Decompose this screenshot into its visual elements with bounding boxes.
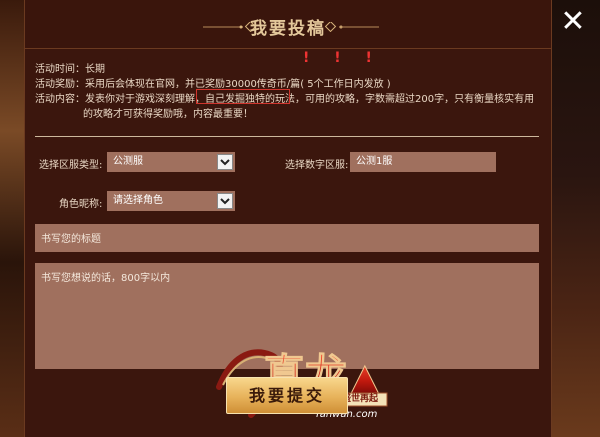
ornament-right-icon — [324, 22, 379, 32]
header-divider — [25, 48, 551, 49]
server-num-value: 公测1服 — [356, 156, 393, 167]
reward-prefix: 采用后会体现在官网，并已 — [85, 79, 205, 90]
dialog-title: 我要投稿 — [250, 19, 326, 39]
body-textarea[interactable]: 书写您想说的话，800字以内 真龙 ▲ 盛世再起 Tanwan.com — [35, 263, 539, 420]
background-art-left — [0, 0, 24, 437]
server-num-label: 选择数字区服: — [285, 160, 349, 171]
title-input[interactable]: 书写您的标题 — [35, 224, 539, 252]
info-content-row: 活动内容：发表你对于游戏深刻理解，自己发掘独特的玩法，可用的攻略，字数需超过20… — [35, 92, 545, 107]
content-label: 活动内容： — [35, 94, 85, 105]
info-reward-row: 活动奖励：采用后会体现在官网，并已奖励30000传奇币/篇( 5个工作日内发放 … — [35, 51, 545, 92]
reward-suffix: ( 5个工作日内发放 ) — [300, 79, 391, 90]
info-time-row: 活动时间：长期 — [35, 62, 545, 77]
activity-info: 活动时间：长期 活动奖励：采用后会体现在官网，并已奖励30000传奇币/篇( 5… — [35, 51, 545, 122]
close-icon[interactable]: ✕ — [560, 7, 586, 37]
submission-dialog: 我要投稿 活动时间：长期 活动奖励：采用后会体现在官网，并已奖励30000传奇币… — [24, 0, 552, 437]
dialog-body: 活动时间：长期 活动奖励：采用后会体现在官网，并已奖励30000传奇币/篇( 5… — [25, 50, 551, 437]
time-label: 活动时间： — [35, 64, 85, 75]
time-value: 长期 — [85, 64, 105, 75]
dialog-header: 我要投稿 — [25, 0, 551, 50]
title-placeholder: 书写您的标题 — [41, 234, 101, 245]
section-divider — [35, 136, 539, 137]
server-type-value: 公测服 — [113, 156, 143, 167]
content-line1: 发表你对于游戏深刻理解，自己发掘独特的玩法，可用的攻略，字数需超过200字，只有… — [85, 94, 535, 105]
server-num-select[interactable]: 公测1服 — [350, 152, 496, 172]
content-line2: 的攻略才可获得奖励哦，内容最重要！ — [83, 109, 253, 120]
reward-highlight-frame — [196, 89, 290, 104]
server-type-label: 选择区服类型: — [39, 160, 103, 171]
chevron-down-icon[interactable] — [217, 154, 233, 170]
server-type-select[interactable]: 公测服 — [107, 152, 235, 172]
svg-text:▲: ▲ — [351, 356, 379, 398]
background-art-right — [552, 0, 600, 437]
reward-label: 活动奖励： — [35, 79, 85, 90]
reward-exclamation-marks: ! ! ! — [303, 50, 382, 66]
chevron-down-icon[interactable] — [217, 193, 233, 209]
info-content-row2: 的攻略才可获得奖励哦，内容最重要！ — [35, 107, 545, 122]
role-value: 请选择角色 — [113, 195, 163, 206]
submit-button[interactable]: 我要提交 — [226, 377, 348, 414]
role-label: 角色昵称: — [59, 199, 103, 210]
role-select[interactable]: 请选择角色 — [107, 191, 235, 211]
body-placeholder: 书写您想说的话，800字以内 — [41, 273, 171, 284]
